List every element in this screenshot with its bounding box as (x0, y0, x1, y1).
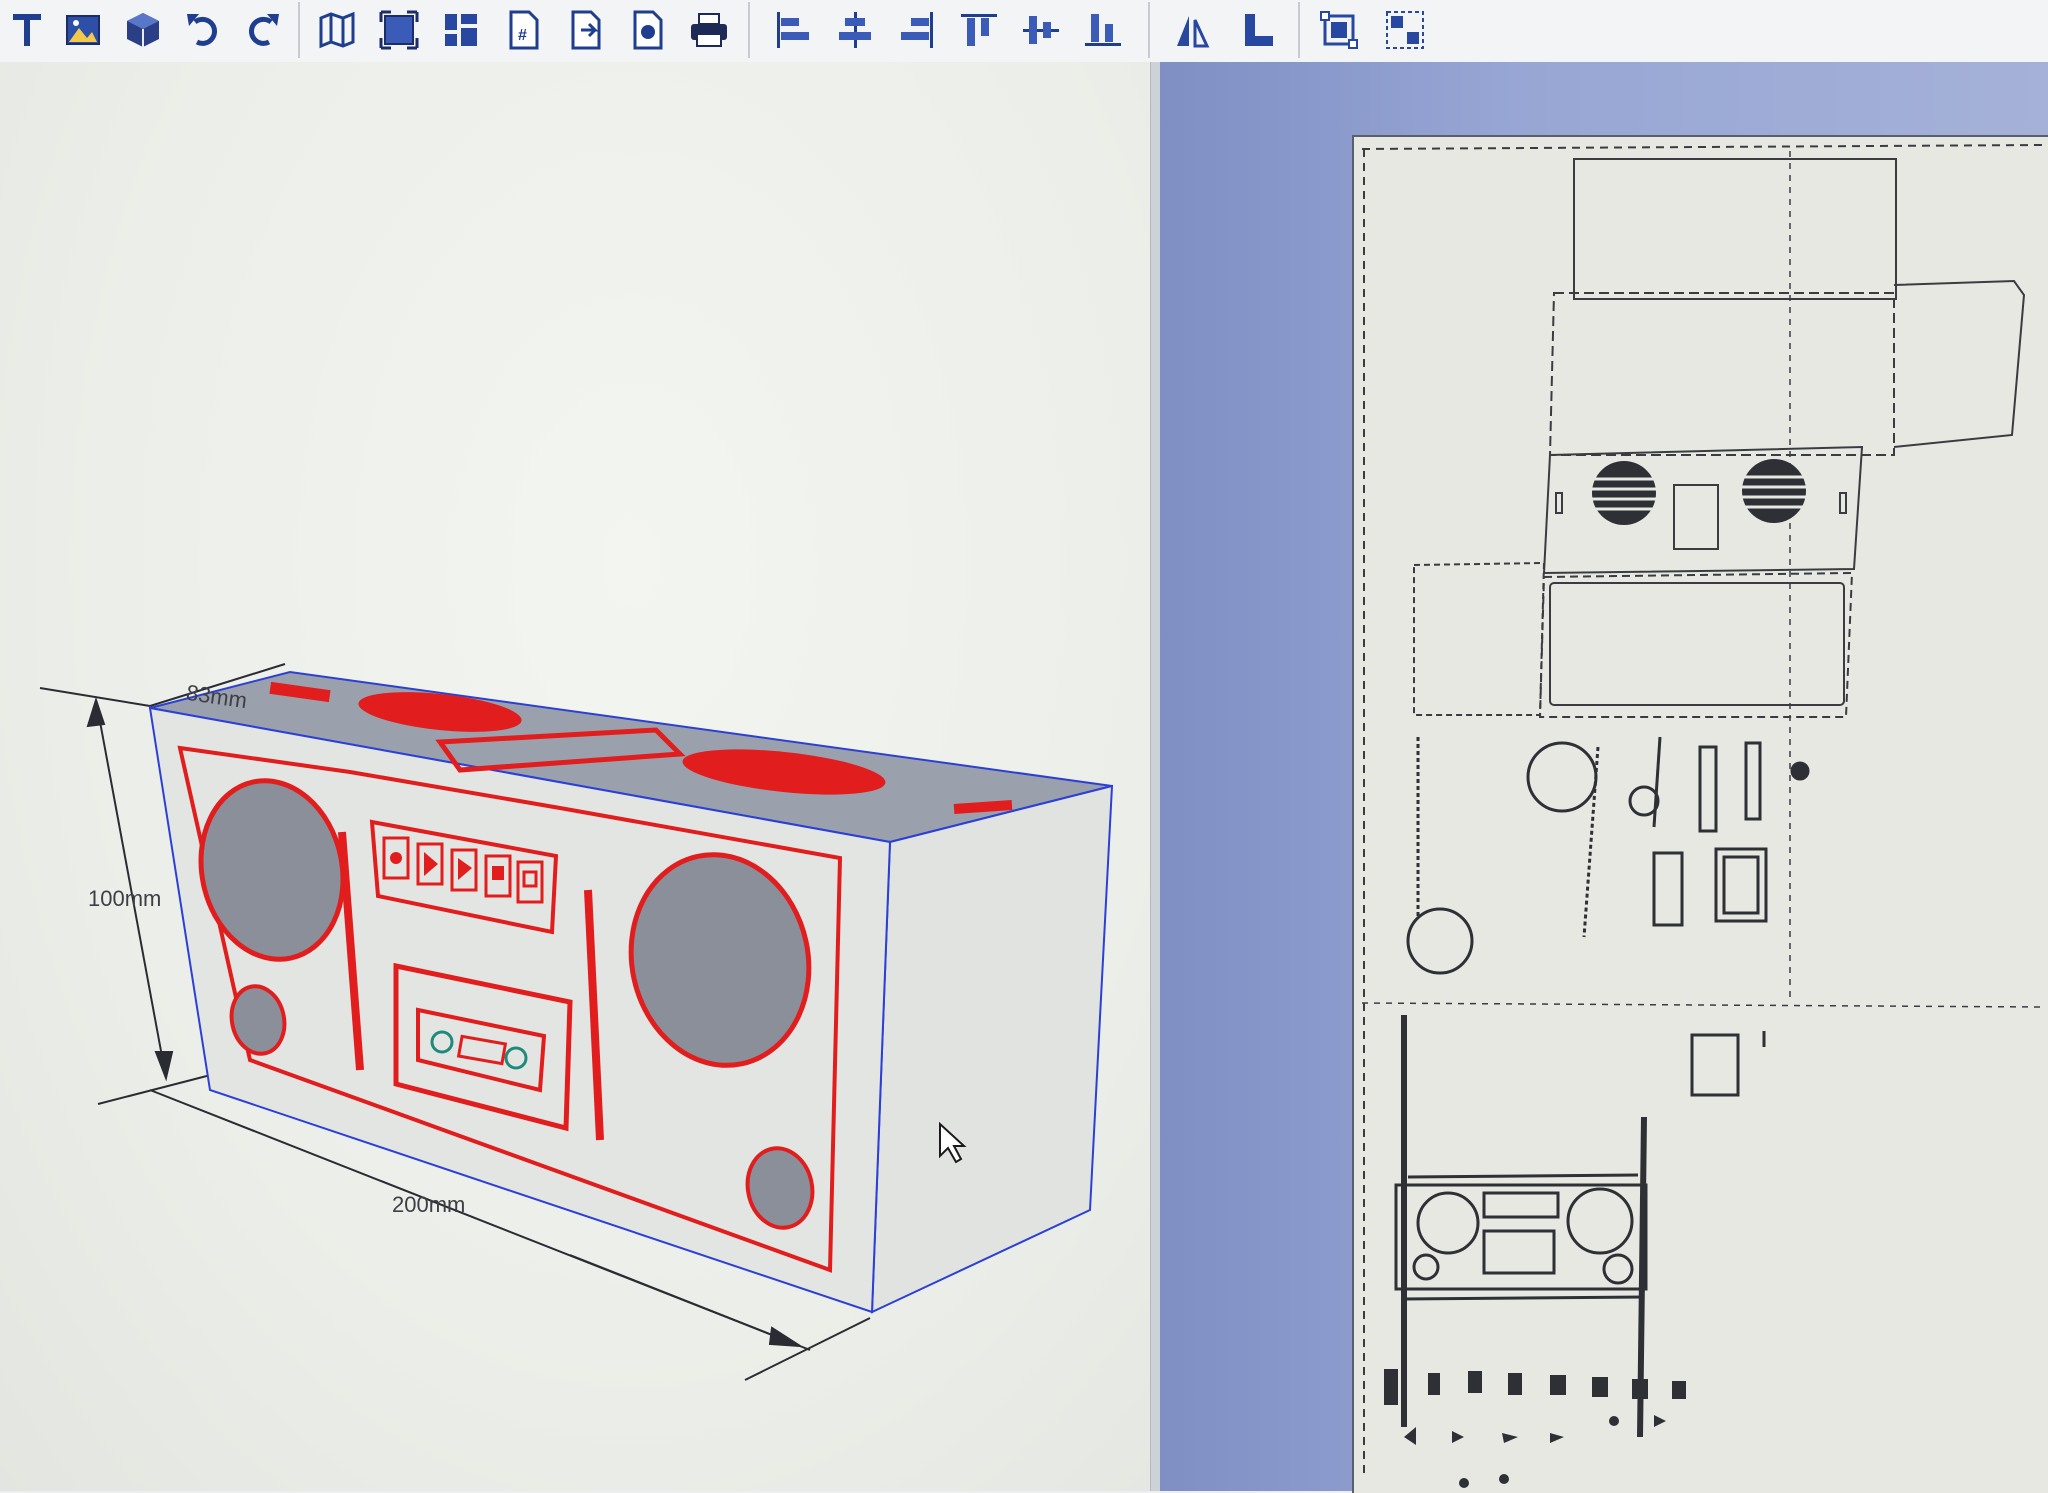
fit-view-button[interactable] (374, 4, 424, 56)
toolbar-separator (1148, 2, 1150, 58)
fit-icon (379, 10, 419, 50)
cube-icon (127, 13, 159, 47)
main-toolbar: # (0, 0, 2048, 63)
printer-icon (691, 13, 727, 47)
net-side-flap (1893, 279, 2026, 448)
unfolded-pattern (1361, 144, 2043, 1488)
page-next-button[interactable] (560, 4, 610, 56)
flip-vertical-button[interactable] (1234, 4, 1284, 56)
toolbar-separator (1298, 2, 1300, 58)
flip-horizontal-button[interactable] (1166, 4, 1216, 56)
dimension-width-label: 200mm (392, 1192, 466, 1217)
align-middle-button[interactable] (1016, 4, 1066, 56)
group-button[interactable] (1314, 4, 1364, 56)
3d-preview-pane[interactable]: 83mm 100mm 200mm (0, 62, 1150, 1491)
dimension-height-label: 100mm (88, 886, 162, 911)
print-button[interactable] (684, 4, 734, 56)
page-object-icon (633, 10, 663, 50)
image-icon (66, 15, 100, 45)
arrange-icon (445, 14, 477, 46)
net-back-panel (1542, 445, 1864, 575)
flip-vertical-icon (1245, 14, 1273, 46)
boombox-3d-model (39, 663, 1114, 1381)
boombox-side-face (870, 784, 1114, 1314)
net-bottom-panel (1538, 571, 1854, 718)
unfold-map-button[interactable] (312, 4, 362, 56)
align-bottom-button[interactable] (1078, 4, 1128, 56)
align-left-icon (777, 12, 809, 48)
align-top-icon (961, 14, 997, 46)
align-bottom-icon (1085, 14, 1121, 46)
net-front-panel (1548, 292, 1895, 456)
net-speaker-grill-left (1592, 461, 1656, 525)
flip-horizontal-icon (1177, 16, 1210, 48)
arrange-parts-button[interactable] (436, 4, 486, 56)
align-top-button[interactable] (954, 4, 1004, 56)
undo-icon (187, 14, 217, 46)
redo-icon (249, 14, 279, 46)
group-icon (1320, 11, 1358, 49)
align-center-button[interactable] (830, 4, 880, 56)
page-number-icon: # (509, 10, 539, 50)
page-number-button[interactable]: # (498, 4, 548, 56)
page-arrow-icon (571, 10, 601, 50)
ungroup-icon (1386, 11, 1424, 49)
text-tool-button[interactable] (2, 4, 52, 56)
net-speaker-grill-right (1742, 459, 1806, 523)
toolbar-separator (748, 2, 750, 58)
ungroup-button[interactable] (1380, 4, 1430, 56)
align-center-icon (839, 12, 871, 48)
svg-text:#: # (518, 27, 527, 44)
align-left-button[interactable] (768, 4, 818, 56)
align-right-button[interactable] (892, 4, 942, 56)
page-object-button[interactable] (622, 4, 672, 56)
text-icon (13, 14, 41, 46)
net-left-flap (1413, 561, 1546, 716)
net-gear-parts (1406, 736, 1810, 1097)
paper-sheet[interactable] (1352, 135, 2048, 1493)
map-icon (319, 11, 355, 49)
3d-model-button[interactable] (118, 4, 168, 56)
align-middle-icon (1023, 16, 1059, 44)
net-top-flap (1573, 158, 1897, 300)
toolbar-separator (298, 2, 300, 58)
undo-button[interactable] (178, 4, 228, 56)
redo-button[interactable] (238, 4, 288, 56)
align-right-icon (901, 12, 933, 48)
image-tool-button[interactable] (58, 4, 108, 56)
